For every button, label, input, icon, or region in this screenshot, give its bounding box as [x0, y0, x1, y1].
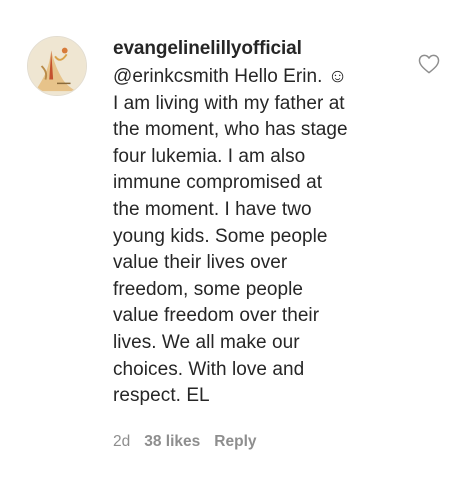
username[interactable]: evangelinelillyofficial: [113, 37, 403, 61]
comment-text: @erinkcsmith Hello Erin. ☺ I am living w…: [113, 66, 348, 407]
reply-button[interactable]: Reply: [214, 433, 256, 451]
heart-outline-icon[interactable]: [418, 54, 440, 74]
avatar-image: [28, 37, 86, 95]
comment-meta: 2d 38 likes Reply: [113, 433, 257, 451]
comment: evangelinelillyofficial @erinkcsmith Hel…: [0, 0, 464, 483]
avatar[interactable]: [27, 36, 87, 96]
comment-time[interactable]: 2d: [113, 433, 130, 451]
comment-body: evangelinelillyofficial @erinkcsmith Hel…: [113, 37, 403, 410]
likes-count[interactable]: 38 likes: [144, 433, 200, 451]
